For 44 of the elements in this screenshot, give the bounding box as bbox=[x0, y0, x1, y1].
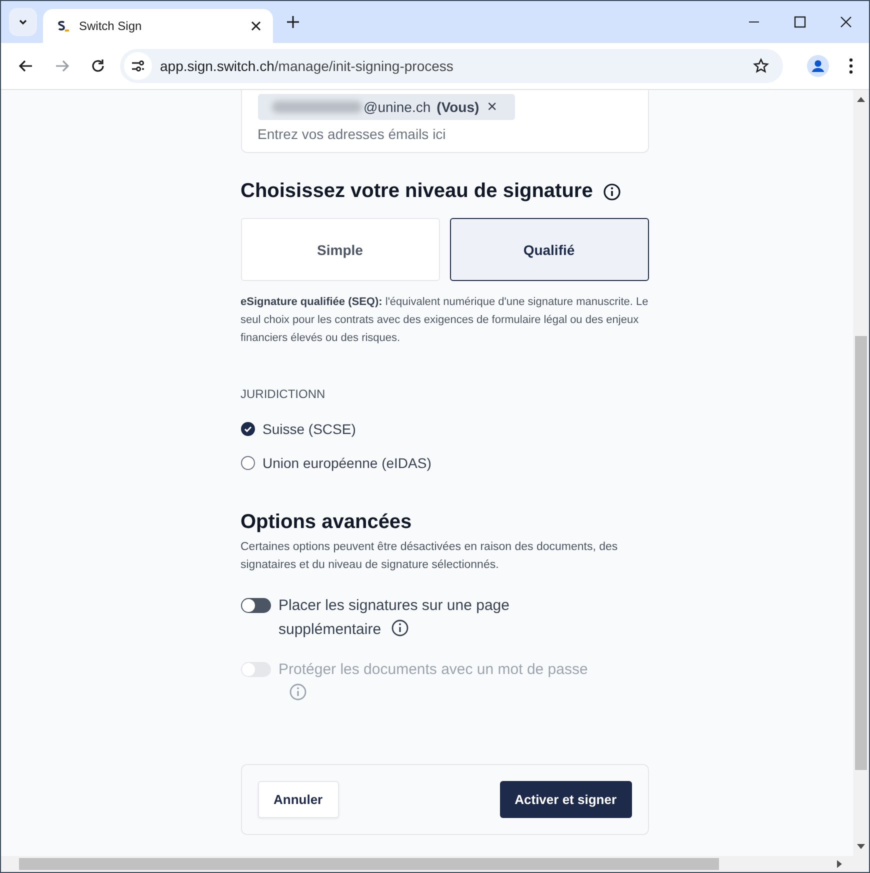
reload-icon[interactable] bbox=[90, 58, 106, 74]
scroll-down-arrow-icon[interactable] bbox=[857, 844, 865, 850]
star-icon[interactable] bbox=[753, 58, 769, 74]
jurisdiction-label: JURIDICTIONN bbox=[240, 387, 326, 401]
maximize-icon[interactable] bbox=[794, 16, 806, 28]
new-tab-icon[interactable] bbox=[287, 16, 299, 28]
browser-tab[interactable]: Switch Sign bbox=[43, 9, 273, 43]
submit-button[interactable]: Activer et signer bbox=[500, 781, 632, 818]
vertical-scrollbar[interactable] bbox=[853, 90, 869, 856]
more-menu-icon[interactable] bbox=[849, 58, 853, 74]
cancel-button[interactable]: Annuler bbox=[258, 781, 339, 818]
section-title: Choisissez votre niveau de signature bbox=[240, 180, 593, 203]
site-logo-icon bbox=[55, 19, 69, 33]
radio-label[interactable]: Union européenne (eIDAS) bbox=[262, 455, 432, 471]
chip-email: @unine.ch bbox=[364, 99, 431, 115]
info-icon[interactable] bbox=[602, 182, 621, 200]
scroll-right-arrow-icon[interactable] bbox=[837, 860, 843, 868]
horizontal-scrollbar[interactable] bbox=[1, 856, 869, 872]
section-title: Options avancées bbox=[240, 511, 413, 534]
section-description: Certaines options peuvent être désactivées en raison des documents, des signataires et du niveau de signature sélectionnés. bbox=[240, 540, 619, 573]
address-bar[interactable]: app.sign.switch.ch/manage/init-signing-process bbox=[120, 49, 783, 83]
profile-avatar-icon[interactable] bbox=[807, 55, 829, 77]
back-arrow-icon[interactable] bbox=[18, 58, 34, 74]
scroll-up-arrow-icon[interactable] bbox=[857, 96, 865, 102]
radio-button[interactable] bbox=[240, 422, 254, 436]
check-icon bbox=[242, 424, 252, 434]
radio-label[interactable]: Suisse (SCSE) bbox=[262, 421, 356, 437]
email-input-field[interactable]: Entrez vos adresses émails ici bbox=[258, 126, 632, 142]
level-description: eSignature qualifiée (SEQ): l'équivalent numérique d'une signature manuscrite. Le seul choix pour les contrats avec des exigences de formulaire légal ou des enjeux financiers élevés ou des risques. bbox=[240, 295, 648, 346]
remove-chip-button[interactable]: × bbox=[487, 100, 498, 114]
site-settings-icon[interactable] bbox=[124, 52, 152, 80]
forward-arrow-icon[interactable] bbox=[54, 58, 70, 74]
toggle-label: Protéger les documents avec un mot de passe bbox=[278, 658, 598, 706]
close-window-icon[interactable] bbox=[840, 16, 852, 28]
url-text: app.sign.switch.ch/manage/init-signing-process bbox=[160, 58, 454, 74]
close-icon[interactable] bbox=[251, 21, 261, 31]
info-icon[interactable] bbox=[391, 619, 410, 637]
tab-title: Switch Sign bbox=[79, 19, 143, 33]
toggle-label: Placer les signatures sur une page supplémentaire bbox=[278, 596, 510, 640]
signature-level-option[interactable]: Simple bbox=[240, 218, 440, 281]
toggle-switch[interactable] bbox=[240, 598, 270, 613]
chip-tag: (Vous) bbox=[436, 99, 480, 115]
radio-button[interactable] bbox=[240, 456, 254, 470]
signature-level-option[interactable]: Qualifié bbox=[450, 218, 648, 281]
